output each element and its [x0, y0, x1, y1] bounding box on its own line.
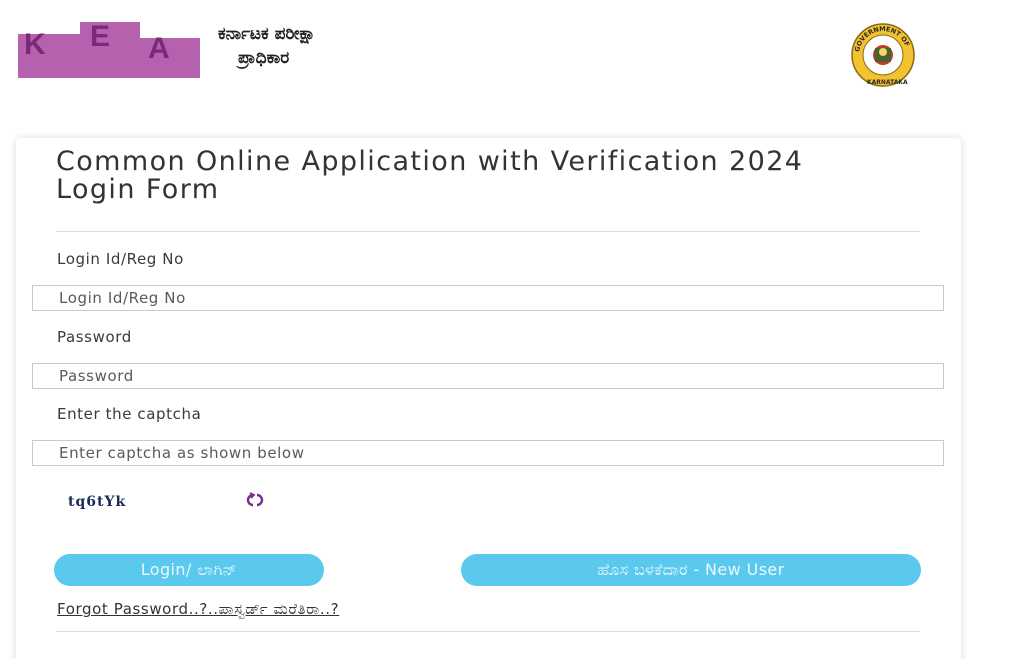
login-card: Common Online Application with Verificat…: [16, 138, 961, 659]
password-label: Password: [57, 328, 132, 346]
login-page: K E A ಕರ್ನಾಟಕ ಪರೀಕ್ಷಾ ಪ್ರಾಧಿಕಾರ GOVERNME…: [0, 0, 1015, 659]
login-id-label: Login Id/Reg No: [57, 250, 184, 268]
login-button[interactable]: Login/ ಲಾಗಿನ್: [54, 554, 324, 586]
government-seal: GOVERNMENT OF KARNATAKA: [809, 23, 957, 87]
refresh-icon[interactable]: [244, 492, 266, 508]
logo-letter-k: K: [24, 28, 46, 61]
kea-kannada-title: ಕರ್ನಾಟಕ ಪರೀಕ್ಷಾ ಪ್ರಾಧಿಕಾರ: [218, 22, 316, 70]
kea-title-line2: ಪ್ರಾಧಿಕಾರ: [238, 48, 290, 68]
captcha-image-text: tq6tYk: [68, 494, 127, 510]
forgot-password-link[interactable]: Forgot Password..?..ಪಾಸ್ವರ್ಡ್ ಮರೆತಿರಾ..?: [57, 600, 339, 618]
kea-title-line1: ಕರ್ನಾಟಕ ಪರೀಕ್ಷಾ: [218, 24, 316, 44]
login-id-input[interactable]: [32, 285, 944, 311]
logo-letter-e: E: [90, 20, 110, 53]
divider-bottom: [56, 631, 920, 632]
captcha-input[interactable]: [32, 440, 944, 466]
logo-letter-a: A: [148, 32, 170, 65]
kea-logo: K E A: [18, 20, 200, 78]
new-user-button[interactable]: ಹೊಸ ಬಳಕೆದಾರ - New User: [461, 554, 921, 586]
form-title: Common Online Application with Verificat…: [56, 146, 804, 205]
divider-top: [56, 231, 920, 232]
seal-bottom-text: KARNATAKA: [867, 79, 908, 86]
captcha-label: Enter the captcha: [57, 405, 202, 423]
password-input[interactable]: [32, 363, 944, 389]
